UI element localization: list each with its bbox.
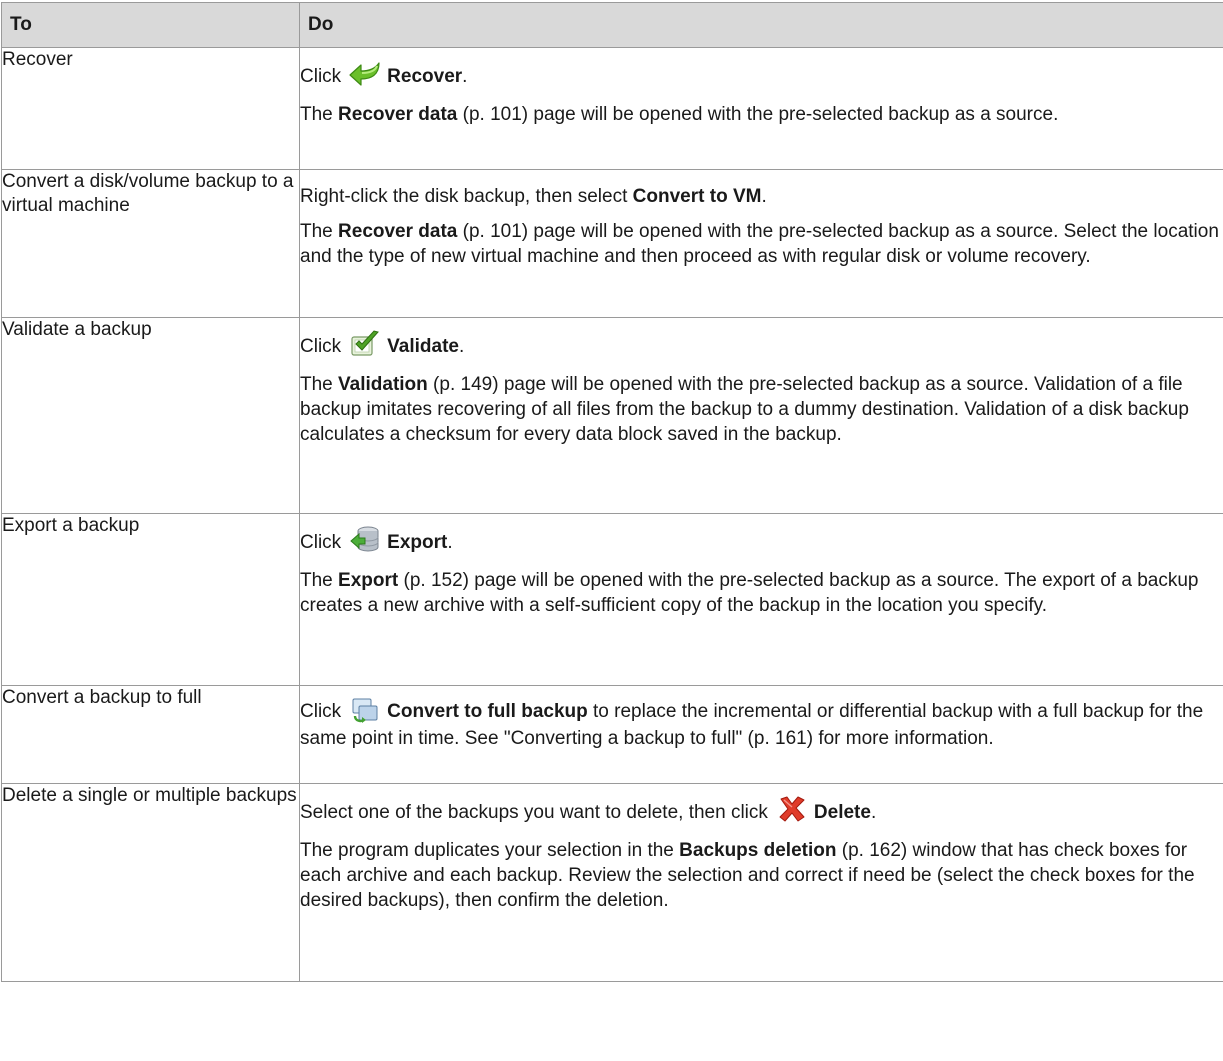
instruction-line: Right-click the disk backup, then select… — [300, 184, 1223, 209]
validate-check-icon — [349, 329, 381, 357]
detail-text: The — [300, 104, 339, 125]
instruction-text: Click — [300, 336, 342, 357]
table-row: Convert a backup to full Click Convert t… — [1, 685, 1223, 784]
page-reference: Validation — [338, 374, 428, 395]
action-label: Recover — [387, 66, 463, 87]
instruction-line: Click Recover. — [300, 62, 1223, 92]
page-reference: Recover data — [338, 104, 458, 125]
instruction-detail: The program duplicates your selection in… — [300, 838, 1223, 913]
export-database-icon — [349, 525, 381, 553]
instruction-text: . — [462, 66, 468, 87]
instruction-text: Click — [300, 701, 342, 723]
delete-x-icon — [776, 795, 808, 823]
instruction-line: Click Convert to full backup to replace … — [300, 698, 1223, 751]
table-row: Convert a disk/volume backup to a virtua… — [1, 169, 1223, 318]
table-row: Validate a backup Click Validate. The Va… — [1, 317, 1223, 514]
instruction-text: Select one of the backups you want to de… — [300, 802, 768, 823]
recover-arrow-icon — [349, 59, 381, 87]
detail-text: (p. 149) page will be opened with the pr… — [300, 374, 1189, 445]
action-name: Convert a backup to full — [1, 685, 300, 784]
action-name: Delete a single or multiple backups — [1, 783, 300, 982]
column-header-do: Do — [299, 2, 1223, 48]
action-label: Validate — [387, 336, 459, 357]
page-reference: Backups deletion — [679, 840, 837, 861]
action-instructions: Click Validate. The Validation (p. 149) … — [299, 317, 1223, 514]
detail-text: The — [300, 570, 339, 591]
action-label: Delete — [813, 802, 871, 823]
instruction-detail: The Validation (p. 149) page will be ope… — [300, 372, 1223, 447]
detail-text: (p. 101) page will be opened with the pr… — [457, 104, 1059, 125]
instruction-text: . — [761, 186, 767, 207]
detail-text: The program duplicates your selection in… — [300, 840, 680, 861]
page-reference: Recover data — [338, 221, 458, 242]
column-header-to: To — [1, 2, 300, 48]
action-name: Recover — [1, 47, 300, 170]
instruction-detail: The Recover data (p. 101) page will be o… — [300, 219, 1223, 269]
action-name: Export a backup — [1, 513, 300, 686]
instruction-text: Click — [300, 532, 342, 553]
table-header-row: To Do — [1, 2, 1223, 48]
action-label: Convert to full backup — [387, 701, 588, 723]
instruction-text: . — [870, 802, 877, 823]
action-label: Export — [387, 532, 448, 553]
action-instructions: Right-click the disk backup, then select… — [299, 169, 1223, 318]
instruction-line: Click Validate. — [300, 329, 1223, 362]
action-label: Convert to VM — [632, 186, 762, 207]
actions-table: To Do Recover Click Recover. The Recover… — [1, 2, 1223, 982]
table-row: Recover Click Recover. The Recover data … — [1, 47, 1223, 170]
table-row: Delete a single or multiple backups Sele… — [1, 783, 1223, 982]
action-instructions: Click Export. The Export (p. 152) page w… — [299, 513, 1223, 686]
instruction-text: Right-click the disk backup, then select — [300, 186, 633, 207]
action-name: Convert a disk/volume backup to a virtua… — [1, 169, 300, 318]
action-name: Validate a backup — [1, 317, 300, 514]
detail-text: The — [300, 221, 339, 242]
convert-full-icon — [349, 696, 381, 724]
instruction-text: Click — [300, 66, 342, 87]
action-instructions: Select one of the backups you want to de… — [299, 783, 1223, 982]
instruction-line: Click Export. — [300, 525, 1223, 558]
instruction-line: Select one of the backups you want to de… — [300, 795, 1223, 828]
instruction-text: . — [447, 532, 453, 553]
detail-text: The — [300, 374, 339, 395]
page-reference: Export — [338, 570, 399, 591]
action-instructions: Click Convert to full backup to replace … — [299, 685, 1223, 784]
instruction-text: . — [459, 336, 465, 357]
instruction-detail: The Recover data (p. 101) page will be o… — [300, 102, 1223, 127]
table-row: Export a backup Click Export. The Export… — [1, 513, 1223, 686]
instruction-detail: The Export (p. 152) page will be opened … — [300, 568, 1223, 618]
detail-text: (p. 152) page will be opened with the pr… — [300, 570, 1199, 616]
action-instructions: Click Recover. The Recover data (p. 101)… — [299, 47, 1223, 170]
